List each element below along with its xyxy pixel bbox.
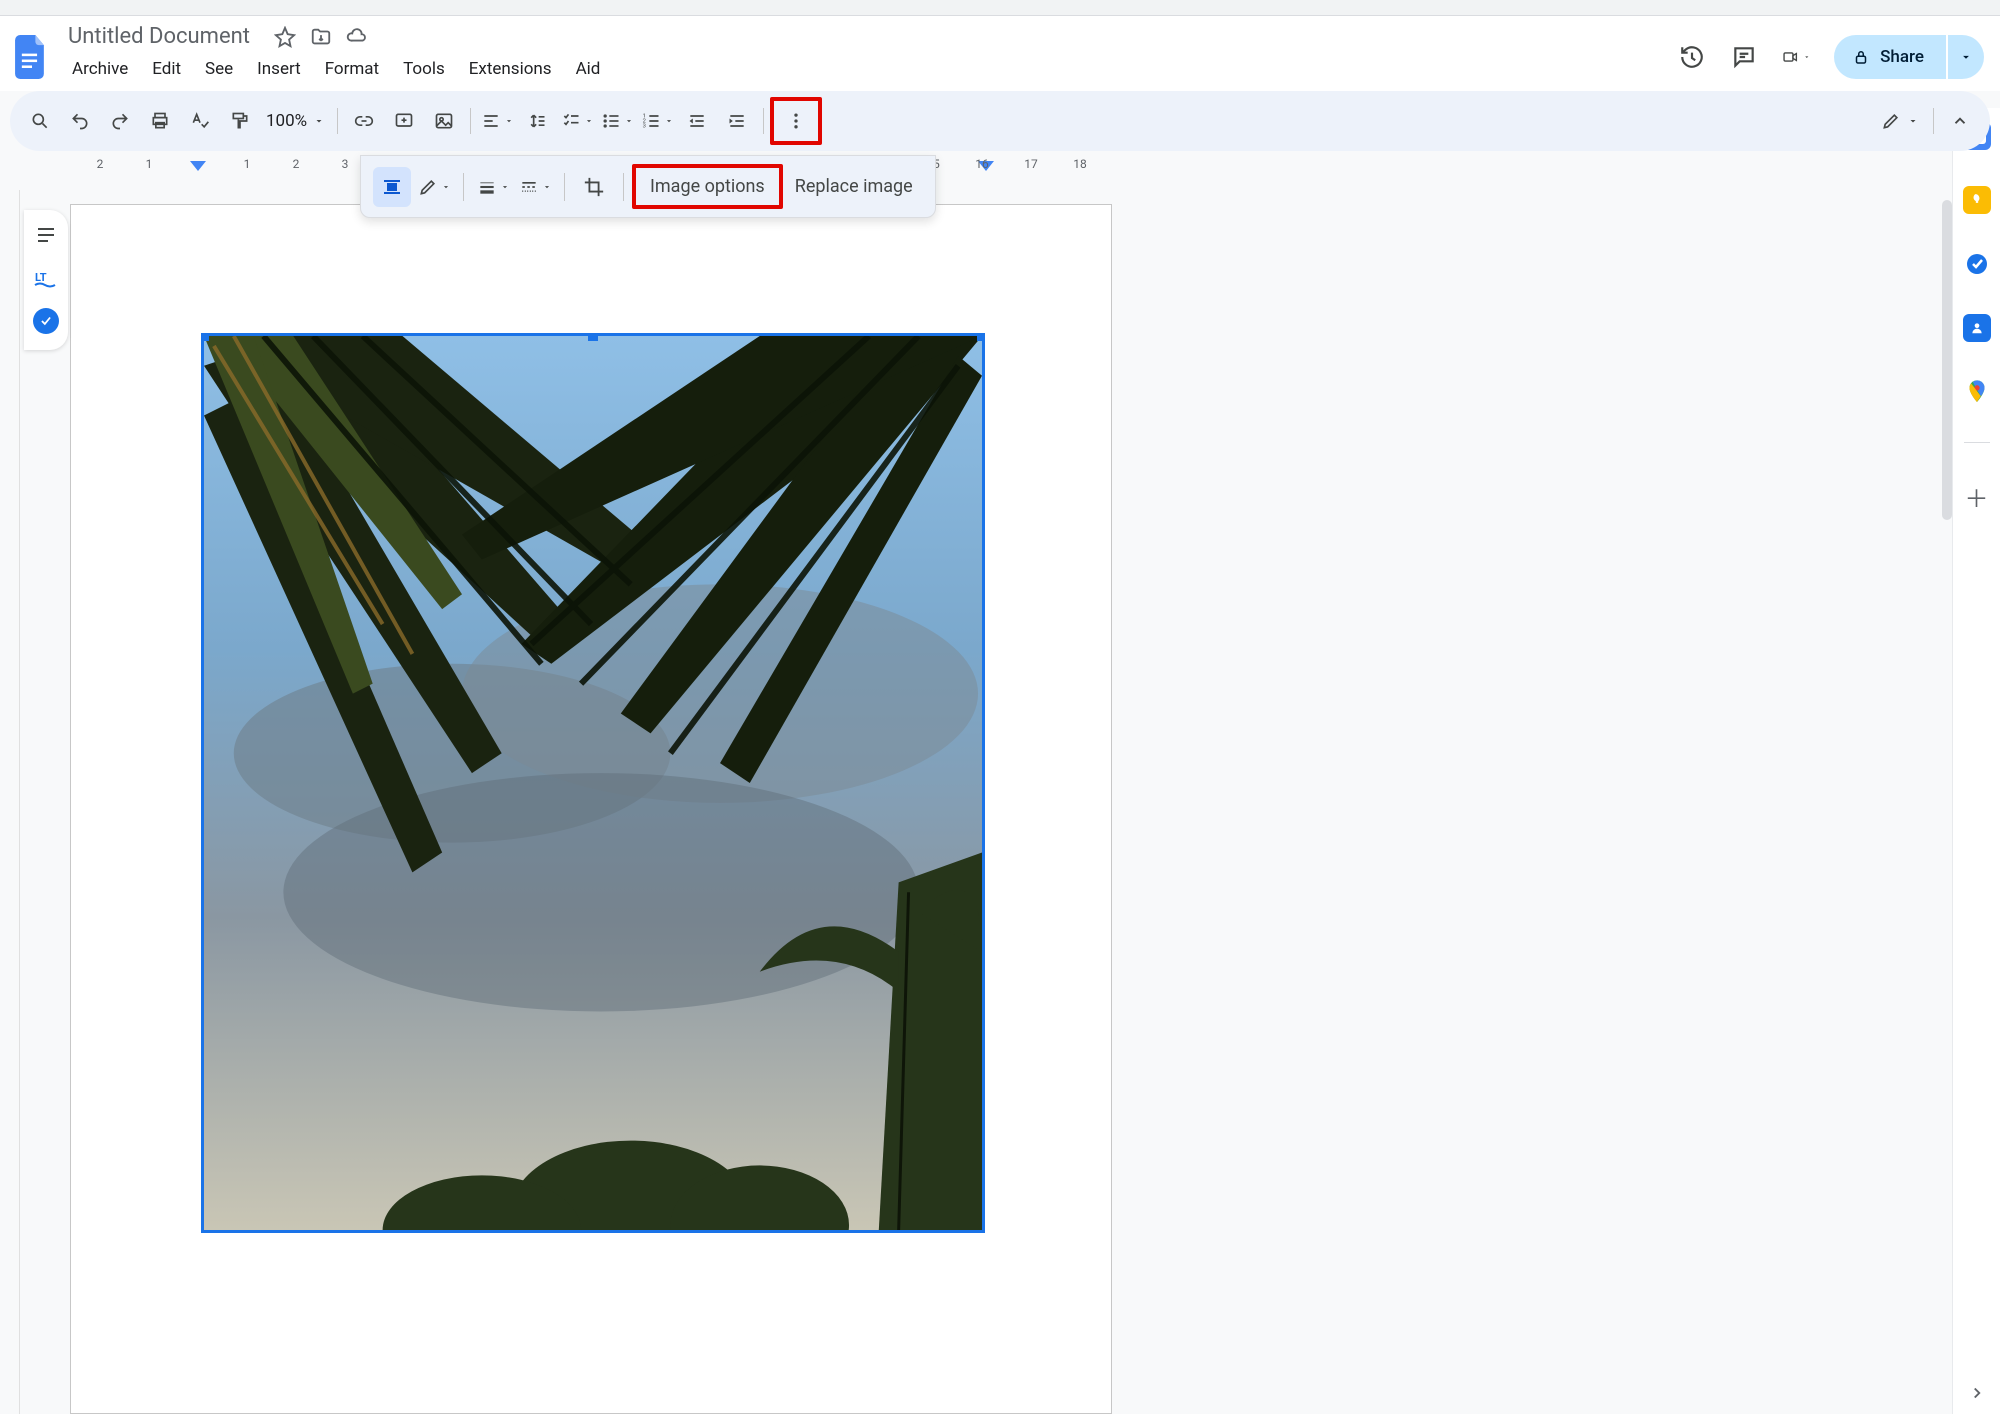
menu-archive[interactable]: Archive <box>62 55 138 83</box>
zoom-value: 100% <box>266 111 307 131</box>
cloud-status-icon[interactable] <box>346 26 368 48</box>
zoom-dropdown[interactable]: 100% <box>260 111 331 131</box>
vertical-scrollbar[interactable] <box>1942 200 1952 520</box>
separator <box>337 108 338 134</box>
paint-format-button[interactable] <box>222 103 258 139</box>
menu-tools[interactable]: Tools <box>393 55 455 83</box>
ruler-tick: 1 <box>244 157 251 171</box>
numbered-list-dropdown[interactable]: 123 <box>639 103 675 139</box>
separator <box>623 173 624 201</box>
resize-handle-tl[interactable] <box>201 333 209 341</box>
first-line-indent-marker[interactable] <box>190 161 206 171</box>
share-button[interactable]: Share <box>1834 35 1946 79</box>
version-history-icon[interactable] <box>1678 43 1706 71</box>
separator <box>470 108 471 134</box>
workspace: LT <box>0 190 1952 1414</box>
left-floating-toolbar: LT <box>24 210 68 350</box>
menu-extensions[interactable]: Extensions <box>459 55 562 83</box>
svg-text:LT: LT <box>35 271 47 284</box>
increase-indent-button[interactable] <box>719 103 755 139</box>
tasks-app-icon[interactable] <box>1963 250 1991 278</box>
document-outline-icon[interactable] <box>31 220 61 250</box>
resize-handle-tr[interactable] <box>977 333 985 341</box>
border-color-dropdown[interactable] <box>415 167 453 207</box>
ruler-tick: 16 <box>975 157 989 171</box>
insert-link-button[interactable] <box>346 103 382 139</box>
menu-format[interactable]: Format <box>315 55 389 83</box>
keep-app-icon[interactable] <box>1963 186 1991 214</box>
svg-text:3: 3 <box>642 124 645 130</box>
separator <box>463 173 464 201</box>
border-weight-dropdown[interactable] <box>474 167 512 207</box>
maps-app-icon[interactable] <box>1963 378 1991 406</box>
ruler-tick: 2 <box>97 157 104 171</box>
document-title[interactable]: Untitled Document <box>62 22 256 51</box>
ruler-tick: 18 <box>1073 157 1087 171</box>
image-content <box>204 336 982 1230</box>
ruler-tick: 17 <box>1024 157 1038 171</box>
add-comment-button[interactable] <box>386 103 422 139</box>
bulleted-list-dropdown[interactable] <box>599 103 635 139</box>
more-toolbar-button[interactable] <box>778 103 814 139</box>
ruler-tick: 3 <box>342 157 349 171</box>
star-icon[interactable] <box>274 26 296 48</box>
menu-edit[interactable]: Edit <box>142 55 191 83</box>
docs-logo[interactable] <box>12 31 52 83</box>
browser-bar <box>0 0 2000 16</box>
text-wrap-inline-button[interactable] <box>373 167 411 207</box>
align-dropdown[interactable] <box>479 103 515 139</box>
redo-button[interactable] <box>102 103 138 139</box>
insert-image-button[interactable] <box>426 103 462 139</box>
search-menus-button[interactable] <box>22 103 58 139</box>
hide-side-panel-button[interactable] <box>1968 1384 1986 1402</box>
collapse-toolbar-button[interactable] <box>1942 103 1978 139</box>
border-dash-dropdown[interactable] <box>516 167 554 207</box>
share-dropdown[interactable] <box>1948 35 1984 79</box>
lock-icon <box>1852 48 1870 66</box>
replace-image-button[interactable]: Replace image <box>783 170 925 203</box>
decrease-indent-button[interactable] <box>679 103 715 139</box>
callout-more-button <box>770 97 822 145</box>
checklist-dropdown[interactable] <box>559 103 595 139</box>
contacts-app-icon[interactable] <box>1963 314 1991 342</box>
languagetool-icon[interactable]: LT <box>31 264 61 294</box>
resize-handle-tm[interactable] <box>588 333 598 341</box>
selected-image[interactable] <box>201 333 985 1233</box>
document-page[interactable] <box>70 204 1112 1414</box>
horizontal-ruler[interactable]: 2 1 1 2 3 15 16 17 18 <box>70 157 1930 179</box>
spellcheck-button[interactable] <box>182 103 218 139</box>
separator <box>763 108 764 134</box>
crop-image-button[interactable] <box>575 167 613 207</box>
menu-see[interactable]: See <box>195 55 243 83</box>
meet-button[interactable] <box>1782 43 1810 71</box>
undo-button[interactable] <box>62 103 98 139</box>
toolbar: 100% 123 <box>10 91 1990 151</box>
image-options-button[interactable]: Image options <box>638 170 777 203</box>
move-to-folder-icon[interactable] <box>310 26 332 48</box>
menu-insert[interactable]: Insert <box>247 55 311 83</box>
menubar: Archive Edit See Insert Format Tools Ext… <box>62 51 610 91</box>
separator <box>1933 108 1934 134</box>
print-button[interactable] <box>142 103 178 139</box>
callout-image-options: Image options <box>632 164 783 209</box>
line-spacing-button[interactable] <box>519 103 555 139</box>
comments-icon[interactable] <box>1730 43 1758 71</box>
ruler-tick: 2 <box>293 157 300 171</box>
status-ok-badge[interactable] <box>33 308 59 334</box>
side-panel: 31 ＋ <box>1952 108 2000 1414</box>
chevron-down-icon <box>313 115 325 127</box>
separator <box>564 173 565 201</box>
get-addons-button[interactable]: ＋ <box>1965 479 1989 514</box>
menu-aid[interactable]: Aid <box>566 55 611 83</box>
header: Untitled Document Archive Edit See Inser… <box>0 16 2000 91</box>
ruler-tick: 1 <box>146 157 153 171</box>
editing-mode-dropdown[interactable] <box>1873 111 1927 131</box>
share-label: Share <box>1880 47 1924 67</box>
vertical-ruler[interactable] <box>0 190 20 1414</box>
image-toolbar: Image options Replace image <box>360 155 936 218</box>
side-panel-separator <box>1964 442 1990 443</box>
